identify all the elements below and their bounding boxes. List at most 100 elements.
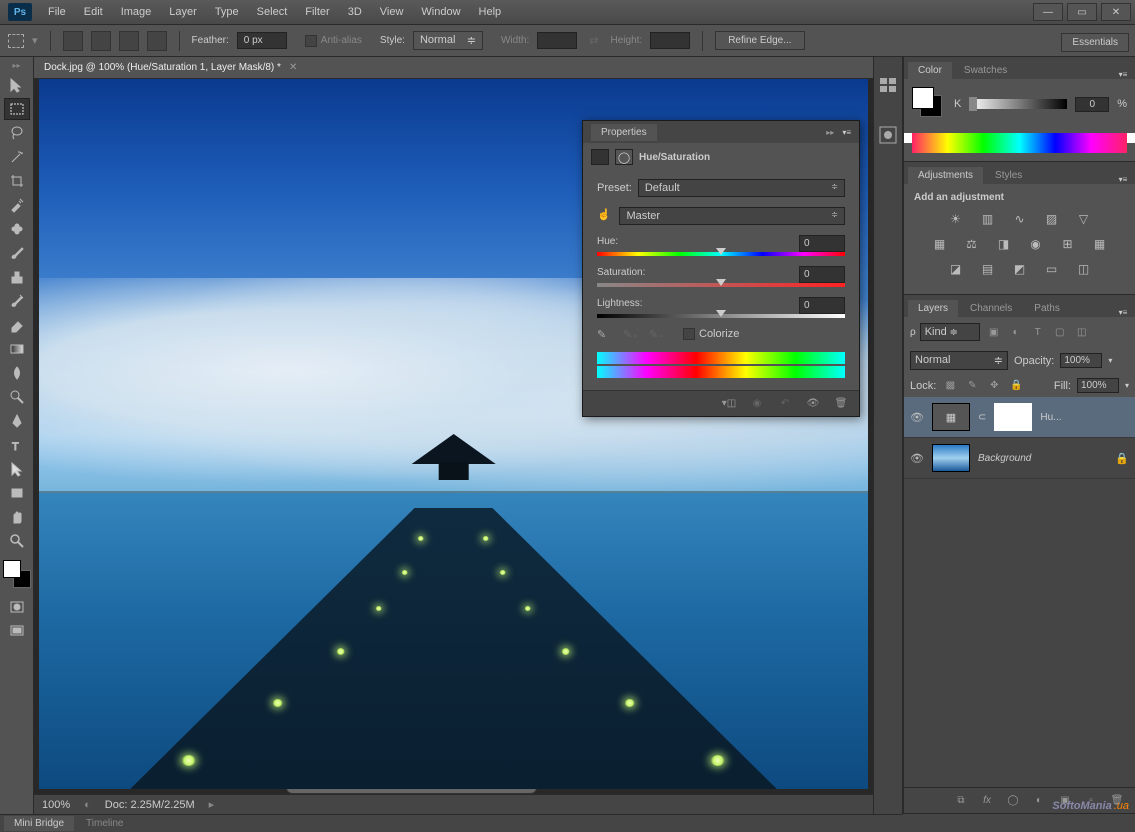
pen-tool[interactable] — [4, 410, 30, 432]
delete-adjustment-icon[interactable]: 🗑 — [833, 397, 849, 411]
colorize-checkbox[interactable] — [683, 328, 695, 340]
document-title[interactable]: Dock.jpg @ 100% (Hue/Saturation 1, Layer… — [44, 62, 281, 73]
crop-tool[interactable] — [4, 170, 30, 192]
close-tab-icon[interactable]: ✕ — [289, 62, 297, 73]
subtract-selection-icon[interactable] — [119, 31, 139, 51]
visibility-icon[interactable]: 👁 — [910, 411, 924, 424]
filter-shape-icon[interactable]: ▢ — [1052, 325, 1068, 339]
path-select-tool[interactable] — [4, 458, 30, 480]
link-layers-icon[interactable]: ⧉ — [953, 794, 969, 808]
style-select[interactable]: Normal≑ — [413, 31, 483, 50]
preset-select[interactable]: Default≑ — [638, 179, 845, 197]
collapse-icon[interactable]: ▸▸ — [826, 128, 834, 137]
lock-all-icon[interactable]: 🔒 — [1008, 379, 1024, 393]
exposure-icon[interactable]: ▨ — [1043, 211, 1061, 226]
marquee-tool-icon[interactable] — [8, 34, 24, 48]
filter-type-icon[interactable]: T — [1030, 325, 1046, 339]
vibrance-icon[interactable]: ▽ — [1075, 211, 1093, 226]
photo-filter-icon[interactable]: ◉ — [1027, 236, 1045, 251]
tab-paths[interactable]: Paths — [1024, 300, 1070, 317]
dodge-tool[interactable] — [4, 386, 30, 408]
layer-name[interactable]: Background — [978, 453, 1107, 464]
filter-adjustment-icon[interactable]: ◐ — [1008, 325, 1024, 339]
levels-icon[interactable]: ▥ — [979, 211, 997, 226]
filter-kind-select[interactable]: Kind ≑ — [920, 323, 980, 341]
menu-3d[interactable]: 3D — [340, 3, 370, 21]
layer-hue-saturation[interactable]: 👁 ▦ ⊂ Hu... — [904, 397, 1135, 438]
panel-menu-icon[interactable]: ▾≡ — [1115, 175, 1131, 184]
wand-tool[interactable] — [4, 146, 30, 168]
gradient-map-icon[interactable]: ▭ — [1043, 261, 1061, 276]
layer-mask-icon[interactable]: ◯ — [1005, 794, 1021, 808]
tab-adjustments[interactable]: Adjustments — [908, 167, 983, 184]
menu-filter[interactable]: Filter — [297, 3, 337, 21]
panel-menu-icon[interactable]: ▾≡ — [1115, 70, 1131, 79]
maximize-button[interactable]: ▭ — [1067, 3, 1097, 21]
layer-name[interactable]: Hu... — [1040, 412, 1129, 423]
mask-mode-icon[interactable]: ◯ — [615, 149, 633, 165]
toggle-visibility-icon[interactable]: 👁 — [805, 397, 821, 411]
lightness-input[interactable] — [799, 297, 845, 314]
layer-fx-icon[interactable]: fx — [979, 794, 995, 808]
tab-mini-bridge[interactable]: Mini Bridge — [4, 816, 74, 831]
screenmode-tool[interactable] — [4, 620, 30, 642]
shape-tool[interactable] — [4, 482, 30, 504]
menu-file[interactable]: File — [40, 3, 74, 21]
history-brush-tool[interactable] — [4, 290, 30, 312]
selective-color-icon[interactable]: ◫ — [1075, 261, 1093, 276]
brightness-icon[interactable]: ☀ — [947, 211, 965, 226]
opacity-input[interactable] — [1060, 353, 1102, 368]
blend-mode-select[interactable]: Normal≑ — [910, 351, 1008, 370]
eyedropper-add-icon[interactable]: ✎₊ — [623, 328, 639, 344]
visibility-icon[interactable]: 👁 — [910, 452, 924, 465]
tab-channels[interactable]: Channels — [960, 300, 1022, 317]
marquee-tool[interactable] — [4, 98, 30, 120]
move-tool[interactable] — [4, 74, 30, 96]
tab-swatches[interactable]: Swatches — [954, 62, 1017, 79]
add-selection-icon[interactable] — [91, 31, 111, 51]
feather-input[interactable] — [237, 32, 287, 49]
zoom-tool[interactable] — [4, 530, 30, 552]
target-adjust-icon[interactable]: ☝ — [597, 208, 611, 224]
panel-menu-icon[interactable]: ▾≡ — [1115, 308, 1131, 317]
adjustment-thumb[interactable]: ▦ — [932, 403, 970, 431]
channel-mixer-icon[interactable]: ⊞ — [1059, 236, 1077, 251]
menu-edit[interactable]: Edit — [76, 3, 111, 21]
height-input[interactable] — [650, 32, 690, 49]
stat-arrow-icon[interactable]: ▸ — [209, 798, 215, 811]
new-adjustment-icon[interactable]: ◐ — [1031, 794, 1047, 808]
character-panel-icon[interactable] — [878, 125, 898, 145]
eyedropper-tool[interactable] — [4, 194, 30, 216]
k-slider[interactable] — [969, 99, 1067, 109]
eyedropper-sub-icon[interactable]: ✎₋ — [649, 328, 665, 344]
quickmask-tool[interactable] — [4, 596, 30, 618]
lock-position-icon[interactable]: ✥ — [986, 379, 1002, 393]
brush-tool[interactable] — [4, 242, 30, 264]
layer-thumb[interactable] — [932, 444, 970, 472]
panel-menu-icon[interactable]: ▾≡ — [842, 128, 851, 137]
hue-sat-icon[interactable]: ▦ — [931, 236, 949, 251]
workspace-essentials[interactable]: Essentials — [1061, 33, 1129, 52]
lock-transparency-icon[interactable]: ▩ — [942, 379, 958, 393]
saturation-slider[interactable] — [597, 283, 845, 287]
history-panel-icon[interactable] — [878, 75, 898, 95]
lock-pixels-icon[interactable]: ✎ — [964, 379, 980, 393]
blur-tool[interactable] — [4, 362, 30, 384]
bw-icon[interactable]: ◨ — [995, 236, 1013, 251]
clip-to-layer-icon[interactable]: ▾◫ — [721, 397, 737, 411]
tab-styles[interactable]: Styles — [985, 167, 1032, 184]
refine-edge-button[interactable]: Refine Edge... — [715, 31, 804, 50]
close-button[interactable]: ✕ — [1101, 3, 1131, 21]
menu-select[interactable]: Select — [249, 3, 296, 21]
foreground-swatch[interactable] — [912, 87, 934, 109]
new-selection-icon[interactable] — [63, 31, 83, 51]
color-balance-icon[interactable]: ⚖ — [963, 236, 981, 251]
menu-image[interactable]: Image — [113, 3, 160, 21]
menu-view[interactable]: View — [372, 3, 412, 21]
color-spectrum[interactable] — [912, 133, 1127, 153]
foreground-background-colors[interactable] — [3, 560, 31, 588]
channel-select[interactable]: Master≑ — [619, 207, 845, 225]
fill-input[interactable] — [1077, 378, 1119, 393]
text-tool[interactable]: T — [4, 434, 30, 456]
zoom-preview-icon[interactable]: ◐ — [84, 799, 91, 811]
